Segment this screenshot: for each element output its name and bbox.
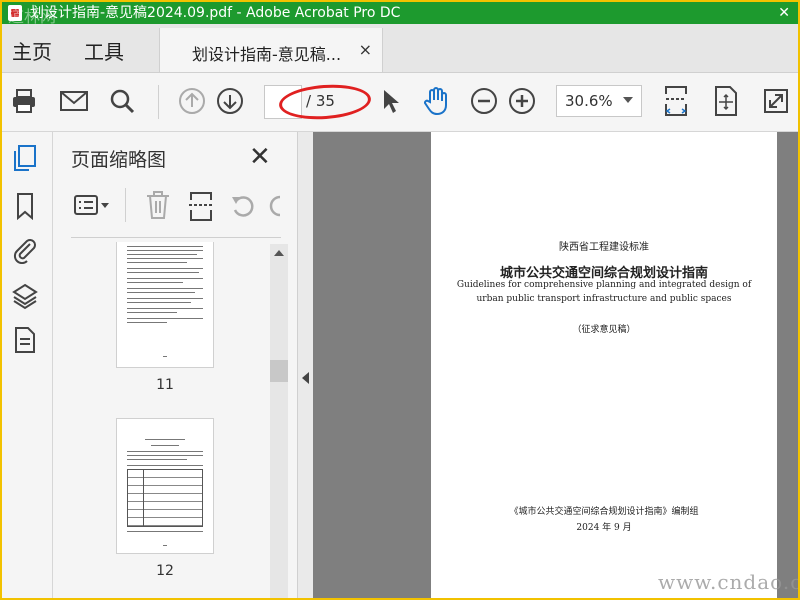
chevron-down-icon bbox=[623, 97, 633, 103]
zoom-in-icon[interactable] bbox=[506, 85, 538, 117]
document-view[interactable]: 陕西省工程建设标准 城市公共交通空间综合规划设计指南 Guidelines fo… bbox=[313, 132, 798, 598]
panel-title: 页面缩略图 bbox=[71, 149, 167, 171]
thumbnail-page-number: 11 bbox=[156, 377, 174, 393]
document-icon[interactable] bbox=[11, 326, 39, 354]
standard-line: 陕西省工程建设标准 bbox=[559, 242, 649, 253]
rotate-clockwise-icon[interactable] bbox=[269, 192, 281, 224]
thumbnail-panel: 页面缩略图 ✕ 11 12 bbox=[53, 132, 297, 598]
title-bar: 道林网 划设计指南-意见稿2024.09.pdf - Adobe Acrobat… bbox=[2, 2, 798, 26]
delete-icon[interactable] bbox=[145, 190, 171, 224]
page-thumbnails-icon[interactable] bbox=[11, 144, 39, 172]
panel-toolbar-separator bbox=[125, 188, 126, 222]
toolbar: / 35 30.6% bbox=[2, 73, 798, 132]
rotate-counterclockwise-icon[interactable] bbox=[229, 192, 257, 224]
window-title: 划设计指南-意见稿2024.09.pdf - Adobe Acrobat Pro… bbox=[30, 5, 401, 21]
fit-page-icon[interactable] bbox=[710, 85, 742, 117]
page-break-icon[interactable] bbox=[187, 190, 215, 226]
panel-divider bbox=[71, 237, 281, 238]
search-icon[interactable] bbox=[106, 85, 138, 117]
select-arrow-icon[interactable] bbox=[374, 85, 406, 117]
thumbnail-options-icon[interactable] bbox=[73, 194, 113, 222]
mail-icon[interactable] bbox=[58, 85, 90, 117]
zoom-value: 30.6% bbox=[565, 92, 613, 110]
scroll-up-icon[interactable] bbox=[274, 250, 284, 256]
toolbar-separator bbox=[158, 85, 159, 119]
tab-document[interactable]: 划设计指南-意见稿... × bbox=[159, 28, 383, 72]
panel-collapse-handle[interactable] bbox=[297, 132, 314, 598]
document-date: 2024 年 9 月 bbox=[576, 523, 632, 533]
left-navigation-rail bbox=[2, 132, 53, 598]
tab-home[interactable]: 主页 bbox=[12, 36, 52, 65]
document-title-en-line1: Guidelines for comprehensive planning an… bbox=[456, 280, 752, 290]
acrobat-window: 道林网 划设计指南-意见稿2024.09.pdf - Adobe Acrobat… bbox=[0, 0, 800, 600]
watermark-bottom: www.cndao.co bbox=[658, 570, 800, 594]
draft-note: （征求意见稿） bbox=[572, 325, 636, 335]
scrollbar-thumb[interactable] bbox=[270, 360, 288, 382]
panel-toolbar bbox=[71, 184, 281, 228]
window-close-button[interactable]: ✕ bbox=[778, 2, 790, 24]
layers-icon[interactable] bbox=[11, 282, 39, 310]
document-tab-label: 划设计指南-意见稿... bbox=[192, 45, 342, 64]
collapse-arrow-icon bbox=[302, 372, 309, 384]
thumbnail-list: 11 12 bbox=[71, 242, 291, 598]
page-up-icon[interactable] bbox=[176, 85, 208, 117]
bookmark-icon[interactable] bbox=[11, 192, 39, 221]
page-thumbnail[interactable] bbox=[117, 242, 213, 367]
thumbnail-page-number: 12 bbox=[156, 563, 174, 579]
document-tab-close-button[interactable]: × bbox=[359, 40, 372, 59]
document-title-en-line2: urban public transport infrastructure an… bbox=[476, 294, 732, 304]
hand-icon[interactable] bbox=[420, 85, 452, 117]
attachment-icon[interactable] bbox=[11, 236, 39, 265]
tab-bar: 主页 工具 划设计指南-意见稿... × bbox=[2, 24, 798, 73]
zoom-select[interactable]: 30.6% bbox=[556, 85, 642, 117]
pdf-page: 陕西省工程建设标准 城市公共交通空间综合规划设计指南 Guidelines fo… bbox=[431, 132, 777, 598]
editor-group: 《城市公共交通空间综合规划设计指南》编制组 bbox=[509, 507, 699, 517]
print-icon[interactable] bbox=[8, 85, 40, 117]
thumbnail-scrollbar[interactable] bbox=[270, 244, 288, 598]
fullscreen-icon[interactable] bbox=[760, 85, 792, 117]
zoom-out-icon[interactable] bbox=[468, 85, 500, 117]
panel-close-button[interactable]: ✕ bbox=[249, 142, 271, 172]
document-title-cn: 城市公共交通空间综合规划设计指南 bbox=[499, 266, 708, 281]
fit-width-icon[interactable] bbox=[660, 85, 692, 117]
page-down-icon[interactable] bbox=[214, 85, 246, 117]
tab-tools[interactable]: 工具 bbox=[84, 36, 124, 65]
page-thumbnail[interactable] bbox=[117, 419, 213, 553]
